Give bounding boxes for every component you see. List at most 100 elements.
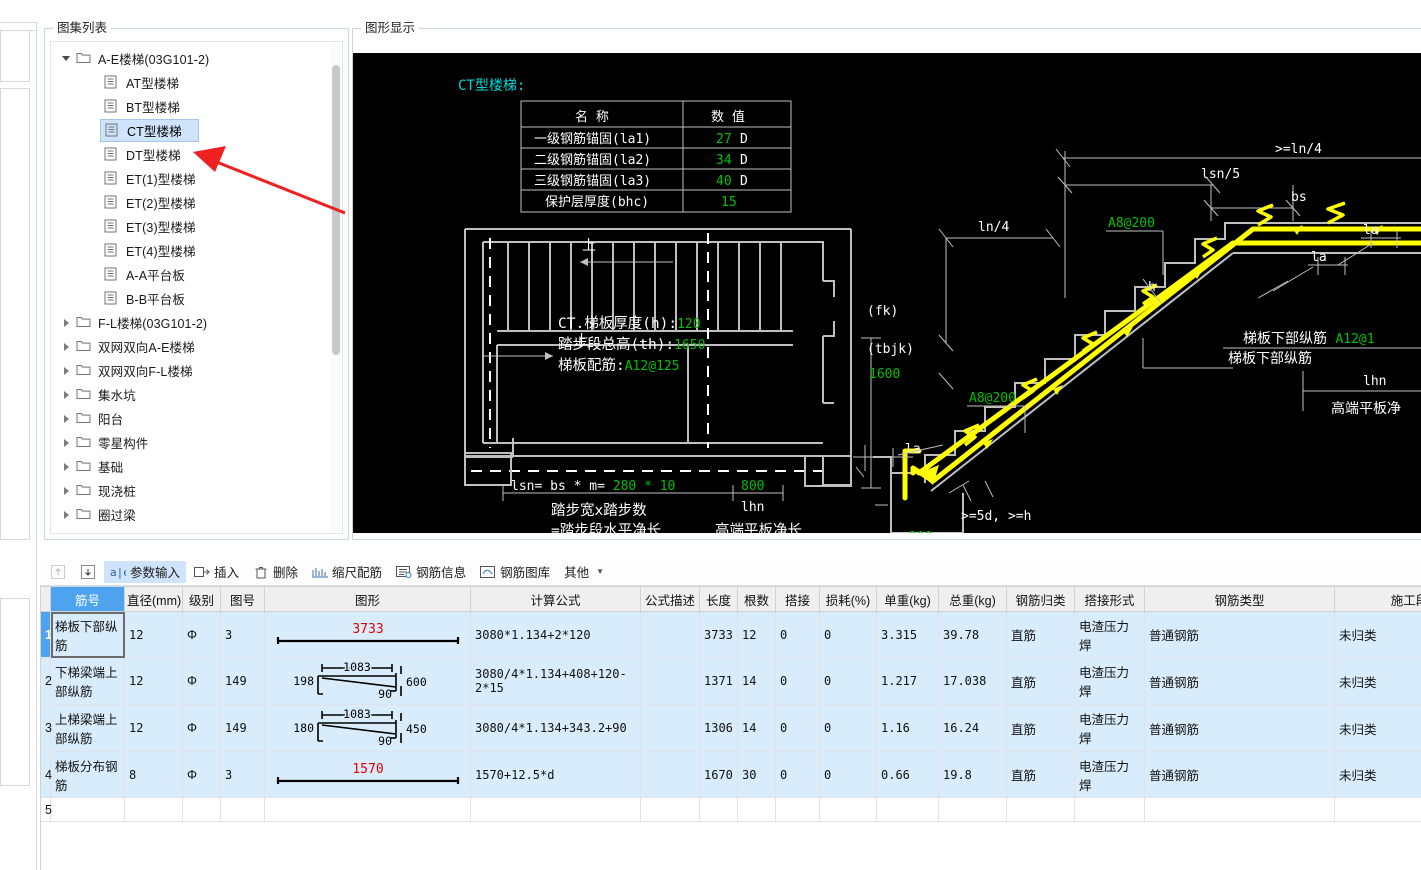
table-row[interactable]: 4 梯板分布钢筋 8 Φ 3 1570 1570+12.5*d 1670 30 0 0 0.66 19.… <box>40 751 1421 798</box>
cell-category[interactable]: 直筋 <box>1006 657 1075 705</box>
tree-item-folder[interactable]: 基础 <box>51 454 342 478</box>
cell-section[interactable]: 未归类 <box>1334 704 1421 752</box>
cell-lap[interactable]: 0 <box>775 657 820 705</box>
cell-level[interactable]: Φ <box>182 611 221 658</box>
cell-shape-figure[interactable]: 198 1083 600 90 <box>264 657 471 705</box>
toolbar-delete[interactable]: 删除 <box>247 561 304 583</box>
row-number[interactable]: 5 <box>40 797 52 822</box>
cell-loss[interactable]: 0 <box>819 611 877 658</box>
column-header[interactable]: 直径(mm) <box>124 586 183 612</box>
cell-shape-figure[interactable]: 180 1083 450 90 <box>264 704 471 752</box>
tree-item-leaf[interactable]: BT型楼梯 <box>51 94 342 118</box>
cell-diameter[interactable]: 12 <box>124 657 183 705</box>
cell-rebar-name[interactable]: 梯板分布钢筋 <box>50 751 125 798</box>
cell-unit-weight[interactable]: 3.315 <box>876 611 939 658</box>
cell-length[interactable]: 1371 <box>699 657 738 705</box>
chevron-right-icon[interactable] <box>61 364 73 376</box>
column-header[interactable]: 级别 <box>182 586 221 612</box>
tree-item-leaf[interactable]: ET(2)型楼梯 <box>51 190 342 214</box>
cell-section[interactable]: 未归类 <box>1334 751 1421 798</box>
tree-item-folder[interactable]: 阳台 <box>51 406 342 430</box>
cell-loss[interactable]: 0 <box>819 657 877 705</box>
cell-empty[interactable] <box>470 797 641 822</box>
cell-lap-form[interactable]: 电渣压力焊 <box>1074 704 1145 752</box>
column-header[interactable]: 图号 <box>220 586 265 612</box>
toolbar-rebar-library[interactable]: 钢筋图库 <box>474 561 556 583</box>
tree-item-folder[interactable]: 双网双向A-E楼梯 <box>51 334 342 358</box>
cell-rebar-name[interactable]: 下梯梁端上部纵筋 <box>50 657 125 705</box>
toolbar-param-input[interactable]: a|e 参数输入 <box>104 560 187 583</box>
column-header[interactable]: 钢筋类型 <box>1144 586 1335 612</box>
cell-total-weight[interactable]: 17.038 <box>938 657 1007 705</box>
cell-empty[interactable] <box>1144 797 1335 822</box>
cell-level[interactable]: Φ <box>182 657 221 705</box>
cell-unit-weight[interactable]: 1.16 <box>876 704 939 752</box>
cell-shape-figure[interactable]: 1570 <box>264 751 471 798</box>
chevron-right-icon[interactable] <box>61 340 73 352</box>
column-header[interactable]: 施工段归属 <box>1334 586 1421 612</box>
cell-count[interactable]: 14 <box>737 704 776 752</box>
cell-empty[interactable] <box>1334 797 1421 822</box>
cell-total-weight[interactable]: 16.24 <box>938 704 1007 752</box>
cell-unit-weight[interactable]: 1.217 <box>876 657 939 705</box>
toolbar-rebar-info[interactable]: 钢筋信息 <box>390 561 472 583</box>
cell-section[interactable]: 未归类 <box>1334 657 1421 705</box>
cell-formula[interactable]: 1570+12.5*d <box>470 751 641 798</box>
row-number[interactable]: 4 <box>40 751 52 798</box>
tree-item-leaf[interactable]: ET(1)型楼梯 <box>51 166 342 190</box>
column-header[interactable]: 计算公式 <box>470 586 641 612</box>
column-header[interactable]: 搭接形式 <box>1074 586 1145 612</box>
row-number[interactable]: 2 <box>40 657 52 705</box>
column-header[interactable]: 钢筋归类 <box>1006 586 1075 612</box>
cell-empty[interactable] <box>50 797 125 822</box>
cell-empty[interactable] <box>220 797 265 822</box>
cell-shape-number[interactable]: 149 <box>220 704 265 752</box>
cell-category[interactable]: 直筋 <box>1006 611 1075 658</box>
table-row[interactable]: 3 上梯梁端上部纵筋 12 Φ 149 180 1083 450 90 3080/4*1.134+… <box>40 704 1421 752</box>
cell-diameter[interactable]: 12 <box>124 611 183 658</box>
column-header[interactable]: 搭接 <box>775 586 820 612</box>
cell-rebar-name[interactable]: 梯板下部纵筋 <box>50 611 125 658</box>
atlas-tree[interactable]: A-E楼梯(03G101-2) AT型楼梯 BT型楼梯 CT型楼梯 DT型楼梯 ET(1)… <box>50 41 343 534</box>
tree-vertical-scrollbar[interactable] <box>331 43 341 532</box>
cell-length[interactable]: 1306 <box>699 704 738 752</box>
cell-diameter[interactable]: 12 <box>124 704 183 752</box>
column-header[interactable]: 图形 <box>264 586 471 612</box>
cell-empty[interactable] <box>737 797 776 822</box>
tree-item-folder[interactable]: 零星构件 <box>51 430 342 454</box>
cell-formula[interactable]: 3080/4*1.134+343.2+90 <box>470 704 641 752</box>
tree-item-folder[interactable]: 圈过梁 <box>51 502 342 526</box>
toolbar-more-caret[interactable]: 其他 ▼ <box>558 561 610 583</box>
cell-empty[interactable] <box>876 797 939 822</box>
cell-rebar-name[interactable]: 上梯梁端上部纵筋 <box>50 704 125 752</box>
cell-formula-desc[interactable] <box>640 611 700 658</box>
tree-item-folder[interactable]: 集水坑 <box>51 382 342 406</box>
tree-item-folder[interactable]: 现浇桩 <box>51 478 342 502</box>
tree-item-leaf[interactable]: AT型楼梯 <box>51 70 342 94</box>
cell-length[interactable]: 1670 <box>699 751 738 798</box>
cell-formula-desc[interactable] <box>640 704 700 752</box>
cell-lap[interactable]: 0 <box>775 611 820 658</box>
cell-empty[interactable] <box>1074 797 1145 822</box>
cell-rebar-type[interactable]: 普通钢筋 <box>1144 704 1335 752</box>
tree-item-folder[interactable]: 普通楼梯 <box>51 526 342 534</box>
row-number[interactable]: 1 <box>40 611 52 658</box>
tree-item-leaf[interactable]: DT型楼梯 <box>51 142 342 166</box>
cell-rebar-type[interactable]: 普通钢筋 <box>1144 657 1335 705</box>
cell-empty[interactable] <box>1006 797 1075 822</box>
table-row[interactable]: 2 下梯梁端上部纵筋 12 Φ 149 198 1083 600 90 3080/4*1.134+… <box>40 657 1421 705</box>
toolbar-scale-rebar[interactable]: 缩尺配筋 <box>306 561 388 583</box>
column-header[interactable]: 损耗(%) <box>819 586 877 612</box>
table-row[interactable]: 1 梯板下部纵筋 12 Φ 3 3733 3080*1.134+2*120 3733 12 0 0 3… <box>40 611 1421 658</box>
column-header[interactable]: 筋号 <box>50 586 125 612</box>
rebar-table-container[interactable]: 筋号 直径(mm) 级别 图号 图形 计算公式 公式描述 长度 根数 搭接 损耗(%) 单重(kg) 总… <box>40 586 1421 870</box>
chevron-down-icon[interactable] <box>61 52 73 64</box>
cell-length[interactable]: 3733 <box>699 611 738 658</box>
cell-formula-desc[interactable] <box>640 657 700 705</box>
cell-count[interactable]: 14 <box>737 657 776 705</box>
chevron-right-icon[interactable] <box>61 532 73 533</box>
rebar-toolbar[interactable]: a|e 参数输入 插入 删除 缩尺配筋 钢筋信息 钢筋图库其他 ▼ <box>40 558 1421 586</box>
cell-lap[interactable]: 0 <box>775 751 820 798</box>
cell-unit-weight[interactable]: 0.66 <box>876 751 939 798</box>
tree-item-folder[interactable]: A-E楼梯(03G101-2) <box>51 46 342 70</box>
